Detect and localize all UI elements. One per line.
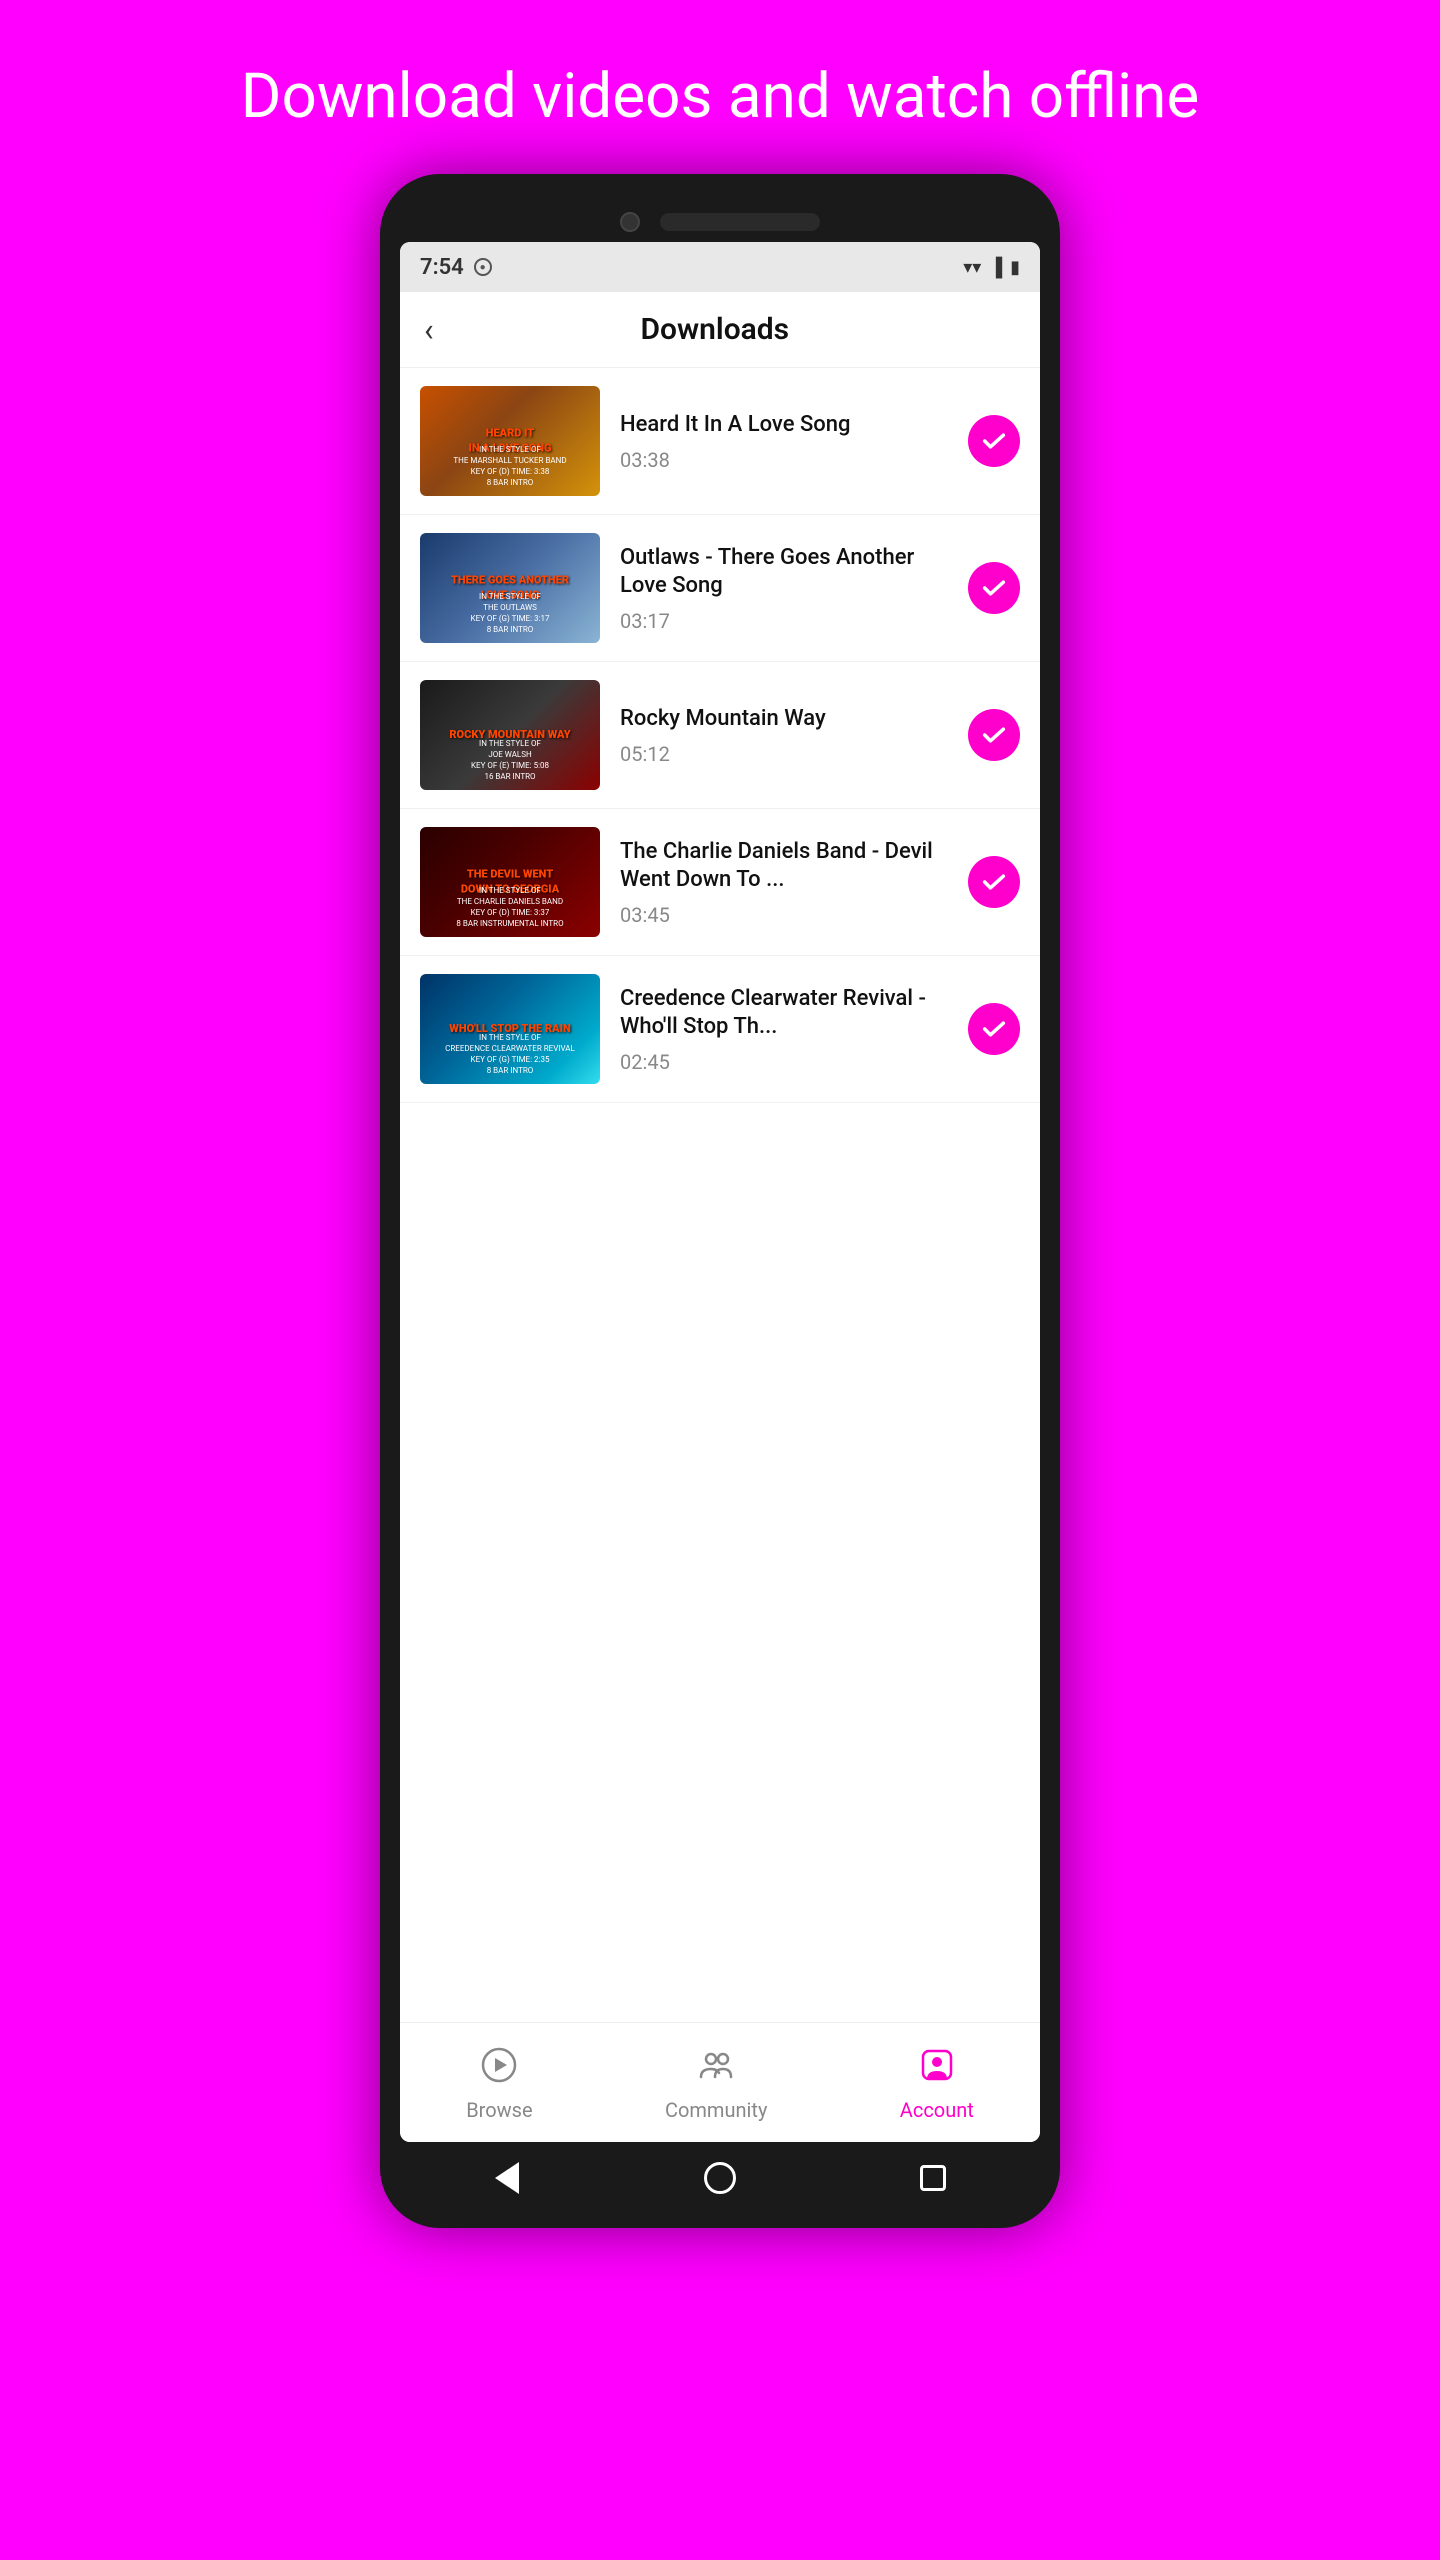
download-item-3[interactable]: ROCKY MOUNTAIN WAY IN THE STYLE OFJOE WA… xyxy=(400,662,1040,809)
account-icon xyxy=(912,2040,962,2090)
item-duration-3: 05:12 xyxy=(620,742,948,766)
signal-icon: ▐ xyxy=(989,257,1002,278)
battery-icon: ▮ xyxy=(1010,257,1020,278)
empty-space xyxy=(400,1103,1040,1303)
thumbnail-4: THE DEVIL WENTDOWN TO GEORGIA IN THE STY… xyxy=(420,827,600,937)
phone-screen: 7:54 ● ▾▾ ▐ ▮ ‹ Downloads HEARD xyxy=(400,242,1040,2142)
notification-icon: ● xyxy=(474,258,492,276)
download-item-1[interactable]: HEARD ITIN A LOVE SONG IN THE STYLE OFTH… xyxy=(400,368,1040,515)
back-hardware-button[interactable] xyxy=(487,2158,527,2198)
item-title-2: Outlaws - There Goes Another Love Song xyxy=(620,544,948,601)
community-icon xyxy=(691,2040,741,2090)
item-duration-2: 03:17 xyxy=(620,609,948,633)
phone-top-bar xyxy=(400,194,1040,242)
item-title-3: Rocky Mountain Way xyxy=(620,705,948,734)
download-item-4[interactable]: THE DEVIL WENTDOWN TO GEORGIA IN THE STY… xyxy=(400,809,1040,956)
front-camera xyxy=(620,212,640,232)
browse-label: Browse xyxy=(466,2098,532,2122)
thumbnail-2: THERE GOES ANOTHERLOVE SONG IN THE STYLE… xyxy=(420,533,600,643)
top-bar: ‹ Downloads xyxy=(400,292,1040,368)
back-button[interactable]: ‹ xyxy=(424,314,434,346)
nav-item-browse[interactable]: Browse xyxy=(466,2040,532,2122)
item-info-4: The Charlie Daniels Band - Devil Went Do… xyxy=(620,838,948,927)
recents-hardware-button[interactable] xyxy=(913,2158,953,2198)
check-icon-3 xyxy=(968,709,1020,761)
item-duration-4: 03:45 xyxy=(620,903,948,927)
item-title-1: Heard It In A Love Song xyxy=(620,411,948,440)
item-info-5: Creedence Clearwater Revival - Who'll St… xyxy=(620,985,948,1074)
page-header-text: Download videos and watch offline xyxy=(0,0,1440,174)
thumb-sub-5: IN THE STYLE OFCREEDENCE CLEARWATER REVI… xyxy=(429,1032,591,1077)
nav-item-account[interactable]: Account xyxy=(900,2040,974,2122)
status-bar: 7:54 ● ▾▾ ▐ ▮ xyxy=(400,242,1040,292)
thumbnail-5: WHO'LL STOP THE RAIN IN THE STYLE OFCREE… xyxy=(420,974,600,1084)
phone-speaker xyxy=(660,213,820,231)
item-info-3: Rocky Mountain Way 05:12 xyxy=(620,705,948,766)
wifi-icon: ▾▾ xyxy=(963,257,981,278)
status-time: 7:54 xyxy=(420,255,464,280)
thumb-sub-4: IN THE STYLE OFTHE CHARLIE DANIELS BANDK… xyxy=(429,885,591,930)
download-item-2[interactable]: THERE GOES ANOTHERLOVE SONG IN THE STYLE… xyxy=(400,515,1040,662)
page-background: Download videos and watch offline 7:54 ●… xyxy=(0,0,1440,2228)
bottom-nav: Browse Community xyxy=(400,2022,1040,2142)
item-duration-5: 02:45 xyxy=(620,1050,948,1074)
browse-icon xyxy=(474,2040,524,2090)
downloads-list: HEARD ITIN A LOVE SONG IN THE STYLE OFTH… xyxy=(400,368,1040,2022)
phone-bottom-bar xyxy=(400,2142,1040,2208)
home-hardware-button[interactable] xyxy=(700,2158,740,2198)
nav-item-community[interactable]: Community xyxy=(665,2040,767,2122)
check-icon-4 xyxy=(968,856,1020,908)
item-info-2: Outlaws - There Goes Another Love Song 0… xyxy=(620,544,948,633)
thumb-sub-1: IN THE STYLE OFTHE MARSHALL TUCKER BANDK… xyxy=(429,444,591,489)
community-label: Community xyxy=(665,2098,767,2122)
check-icon-5 xyxy=(968,1003,1020,1055)
item-info-1: Heard It In A Love Song 03:38 xyxy=(620,411,948,472)
page-title: Downloads xyxy=(454,312,976,347)
account-label: Account xyxy=(900,2098,974,2122)
status-icons: ▾▾ ▐ ▮ xyxy=(963,257,1020,278)
thumbnail-1: HEARD ITIN A LOVE SONG IN THE STYLE OFTH… xyxy=(420,386,600,496)
item-title-5: Creedence Clearwater Revival - Who'll St… xyxy=(620,985,948,1042)
item-title-4: The Charlie Daniels Band - Devil Went Do… xyxy=(620,838,948,895)
item-duration-1: 03:38 xyxy=(620,448,948,472)
thumb-sub-3: IN THE STYLE OFJOE WALSHKEY OF (E) TIME:… xyxy=(429,738,591,783)
thumb-sub-2: IN THE STYLE OFTHE OUTLAWSKEY OF (G) TIM… xyxy=(429,591,591,636)
check-icon-1 xyxy=(968,415,1020,467)
thumbnail-3: ROCKY MOUNTAIN WAY IN THE STYLE OFJOE WA… xyxy=(420,680,600,790)
phone-wrapper: 7:54 ● ▾▾ ▐ ▮ ‹ Downloads HEARD xyxy=(380,174,1060,2228)
check-icon-2 xyxy=(968,562,1020,614)
download-item-5[interactable]: WHO'LL STOP THE RAIN IN THE STYLE OFCREE… xyxy=(400,956,1040,1103)
